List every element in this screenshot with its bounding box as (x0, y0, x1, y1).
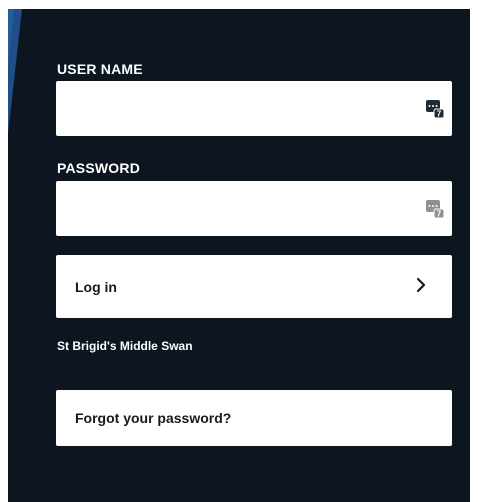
svg-text:7: 7 (437, 210, 442, 219)
login-screen: USER NAME 7 PASSWORD 7 Log in St Brigid'… (0, 0, 478, 502)
accent-stripe (8, 9, 22, 134)
login-button-label: Log in (75, 279, 117, 295)
school-name: St Brigid's Middle Swan (57, 339, 193, 353)
password-field[interactable]: 7 (56, 181, 452, 236)
username-field[interactable]: 7 (56, 81, 452, 136)
password-manager-icon[interactable]: 7 (425, 99, 445, 119)
login-button[interactable]: Log in (56, 255, 452, 318)
svg-text:7: 7 (437, 110, 442, 119)
username-input[interactable] (56, 81, 452, 136)
forgot-password-button[interactable]: Forgot your password? (56, 390, 452, 446)
username-label: USER NAME (57, 61, 143, 77)
password-manager-icon[interactable]: 7 (425, 199, 445, 219)
password-label: PASSWORD (57, 160, 141, 176)
password-input[interactable] (56, 181, 452, 236)
forgot-password-label: Forgot your password? (75, 410, 232, 426)
login-panel: USER NAME 7 PASSWORD 7 Log in St Brigid'… (8, 9, 470, 502)
chevron-right-icon (416, 277, 426, 293)
